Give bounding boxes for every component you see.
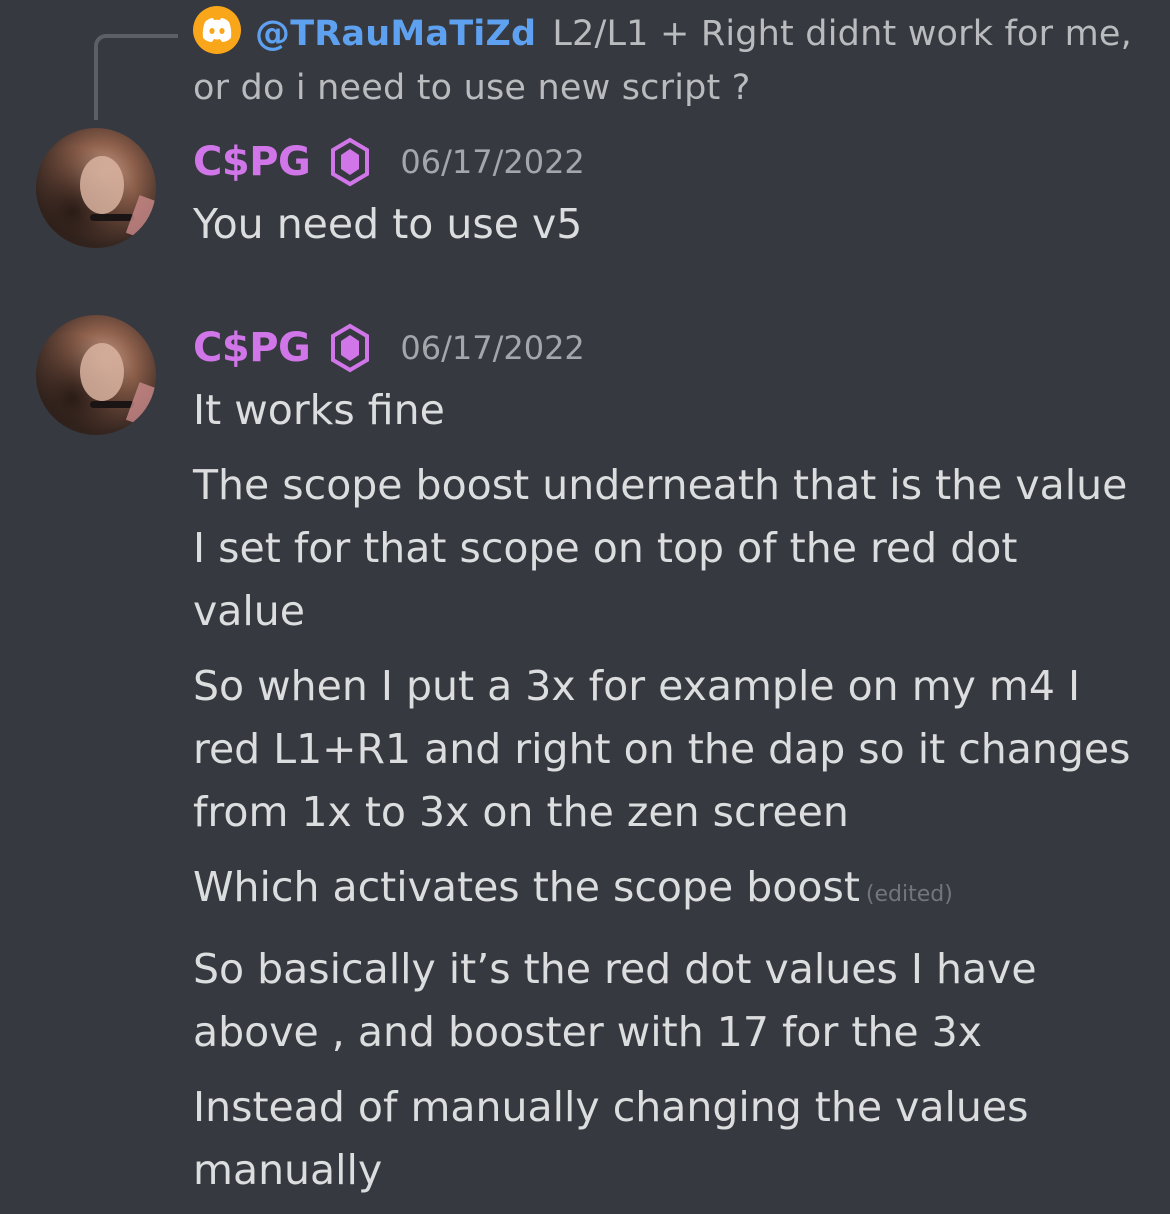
avatar[interactable] bbox=[36, 128, 156, 248]
username[interactable]: C$PG bbox=[193, 139, 311, 185]
chat-messages: @TRauMaTiZd L2/L1 + Right didnt work for … bbox=[0, 0, 1170, 1194]
message-header: C$PG 06/17/2022 bbox=[193, 318, 585, 378]
message-line: So when I put a 3x for example on my m4 … bbox=[193, 662, 1131, 836]
message-line: The scope boost underneath that is the v… bbox=[193, 461, 1128, 635]
message-line: It works fine bbox=[193, 386, 445, 434]
timestamp: 06/17/2022 bbox=[400, 143, 585, 181]
message-content: You need to use v5 bbox=[193, 193, 1133, 268]
message-line-edited: Which activates the scope boost (edited) bbox=[193, 856, 1133, 926]
reply-connector-line bbox=[94, 34, 178, 120]
reply-username[interactable]: @TRauMaTiZd bbox=[255, 14, 536, 54]
username[interactable]: C$PG bbox=[193, 325, 311, 371]
hexagon-badge-icon[interactable] bbox=[330, 137, 370, 187]
message-line: So basically it’s the red dot values I h… bbox=[193, 945, 1037, 1056]
avatar[interactable] bbox=[36, 315, 156, 435]
reply-preview[interactable]: @TRauMaTiZd L2/L1 + Right didnt work for … bbox=[193, 6, 1153, 115]
message-content: It works fine The scope boost underneath… bbox=[193, 379, 1133, 1214]
discord-logo-icon bbox=[193, 6, 241, 54]
message-line: You need to use v5 bbox=[193, 200, 583, 248]
edited-label: (edited) bbox=[865, 882, 953, 907]
message-line: Instead of manually changing the values … bbox=[193, 1083, 1029, 1194]
message-header: C$PG 06/17/2022 bbox=[193, 132, 585, 192]
message-line-text: Which activates the scope boost bbox=[193, 863, 860, 911]
hexagon-badge-icon[interactable] bbox=[330, 323, 370, 373]
timestamp: 06/17/2022 bbox=[400, 329, 585, 367]
